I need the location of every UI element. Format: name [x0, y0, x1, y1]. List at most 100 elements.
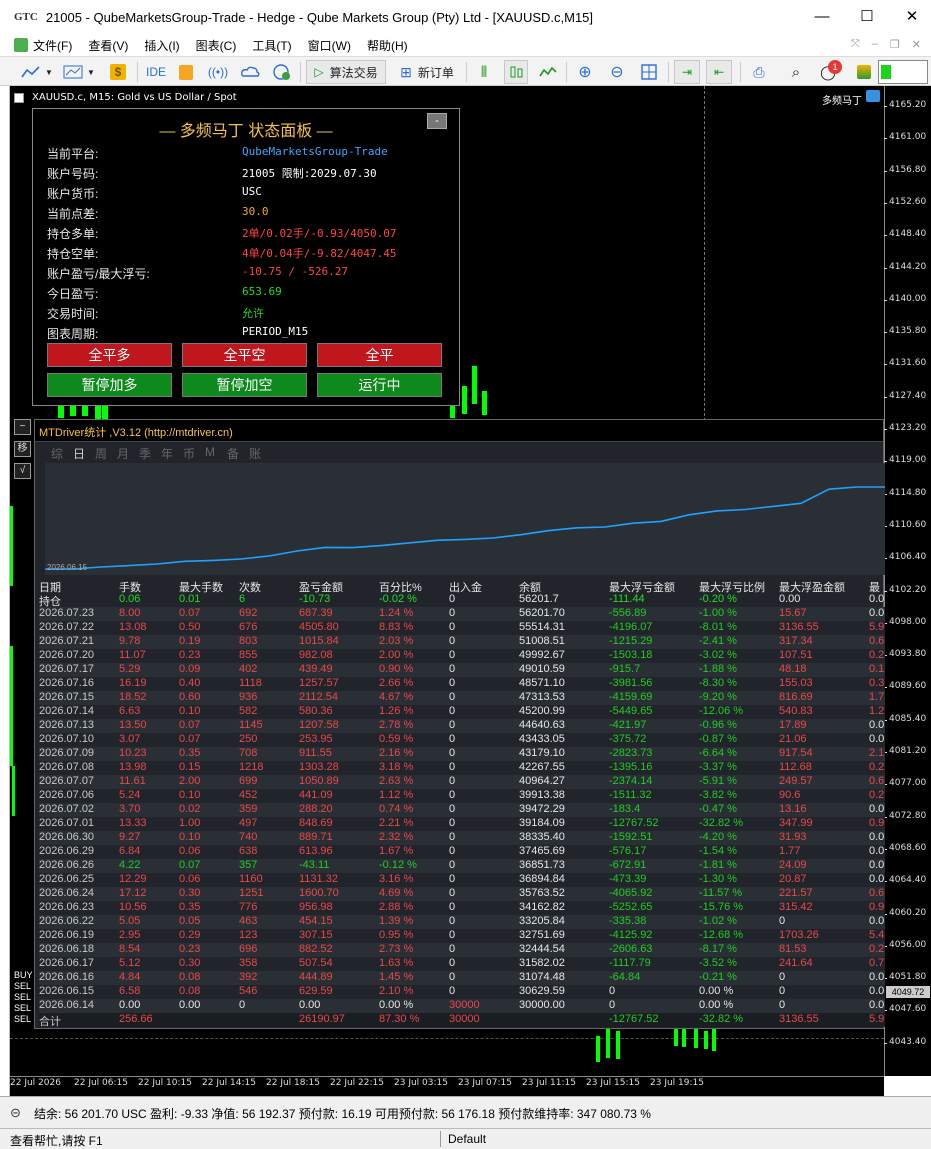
- table-cell: 2026.07.15: [39, 691, 95, 703]
- table-cell: -183.4: [609, 803, 641, 815]
- algo-trading-button[interactable]: ▷ 算法交易: [306, 60, 386, 84]
- panel-row-value: 21005 限制:2029.07.30: [242, 167, 377, 180]
- zoom-out-icon[interactable]: ⊖: [604, 60, 630, 84]
- grid-icon[interactable]: [636, 60, 662, 84]
- market-icon[interactable]: $: [106, 60, 130, 84]
- table-cell: 0: [449, 929, 456, 941]
- table-cell: 0.00: [299, 999, 321, 1011]
- candlestick-icon[interactable]: [504, 60, 528, 84]
- table-cell: 39184.09: [519, 817, 565, 829]
- period-separator: [704, 86, 705, 426]
- mdi-close-icon[interactable]: ✕: [912, 38, 921, 51]
- table-cell: 708: [239, 747, 258, 759]
- mdi-restore-icon[interactable]: ❐: [890, 38, 900, 51]
- panel-minimize-button[interactable]: -: [427, 113, 447, 129]
- autoscroll-icon[interactable]: ⇥: [674, 60, 700, 84]
- table-cell: 2026.06.19: [39, 929, 95, 941]
- table-cell: 1.24 %: [379, 607, 414, 619]
- table-cell: 0: [609, 999, 616, 1011]
- panel-row-label: 当前平台:: [47, 147, 99, 161]
- minimize-button[interactable]: —: [807, 6, 837, 28]
- panel-action-button[interactable]: 暂停加空: [182, 373, 307, 397]
- table-cell: 855: [239, 649, 258, 661]
- chart-menu-icon[interactable]: [14, 93, 24, 103]
- table-cell: 0.2: [869, 649, 885, 661]
- table-cell: 0.0: [869, 873, 885, 885]
- table-cell: -12.68 %: [699, 929, 744, 941]
- table-cell: 26190.97: [299, 1013, 345, 1025]
- new-order-button[interactable]: ⊞ 新订单: [392, 60, 462, 84]
- network-icon[interactable]: [270, 60, 294, 84]
- panel-action-button[interactable]: 全平多: [47, 343, 172, 367]
- price-tick-label: 4047.60: [883, 1004, 927, 1015]
- table-cell: 10.56: [119, 901, 147, 913]
- menu-window[interactable]: 窗口(W): [300, 34, 359, 56]
- signals-icon[interactable]: ((•)): [206, 60, 230, 84]
- pin-icon[interactable]: ⤧: [851, 38, 860, 51]
- table-cell: 0.50: [179, 621, 201, 633]
- table-cell: -12767.52: [609, 817, 659, 829]
- table-cell: 696: [239, 943, 258, 955]
- menu-help[interactable]: 帮助(H): [359, 34, 416, 56]
- chevron-down-icon[interactable]: ▼: [86, 60, 96, 84]
- panel-row-value: 4单/0.04手/-9.82/4047.45: [242, 247, 397, 260]
- mdi-minimize-icon[interactable]: –: [872, 38, 878, 51]
- notifications-icon[interactable]: ◯ 1: [814, 60, 842, 84]
- price-tick-label: 4140.00: [883, 293, 927, 304]
- equity-curve-svg: [45, 486, 885, 570]
- menu-file[interactable]: 文件(F): [0, 34, 80, 56]
- panel-action-button[interactable]: 全平: [317, 343, 442, 367]
- panel-action-button[interactable]: 全平空: [182, 343, 307, 367]
- table-cell: 43179.10: [519, 747, 565, 759]
- table-cell: -672.91: [609, 859, 647, 871]
- chart-type-icon[interactable]: [18, 60, 44, 84]
- menu-view[interactable]: 查看(V): [80, 34, 136, 56]
- table-cell: 37465.69: [519, 845, 565, 857]
- toolbox-close-icon[interactable]: ⊝: [10, 1105, 21, 1121]
- chart-shift-icon[interactable]: ⇤: [706, 60, 732, 84]
- table-row: 2026.06.15 6.58 0.08 546 629.59 2.10 % 0 30629.…: [39, 985, 885, 999]
- shop-icon[interactable]: [174, 60, 198, 84]
- table-cell: 0.00: [119, 999, 141, 1011]
- search-icon[interactable]: ⌕: [784, 60, 808, 84]
- zoom-in-icon[interactable]: ⊕: [572, 60, 598, 84]
- panel-action-button[interactable]: 暂停加多: [47, 373, 172, 397]
- collapse-button[interactable]: −: [14, 419, 31, 435]
- price-tick-label: 4127.40: [883, 390, 927, 401]
- table-cell: 0.0: [869, 607, 885, 619]
- table-cell: 0.0: [869, 803, 885, 815]
- indicators-icon[interactable]: [60, 60, 86, 84]
- menu-tools[interactable]: 工具(T): [244, 34, 299, 56]
- table-cell: 0.0: [869, 985, 885, 997]
- level-icon[interactable]: [852, 60, 876, 84]
- panel-row-label: 今日盈亏:: [47, 287, 99, 301]
- candle: [12, 766, 15, 816]
- table-cell: 0.29: [179, 929, 201, 941]
- screenshot-icon[interactable]: ⎙: [746, 60, 772, 84]
- line-chart-icon[interactable]: [536, 60, 560, 84]
- table-cell: 307.15: [299, 929, 333, 941]
- table-cell: -1503.18: [609, 649, 653, 661]
- chevron-down-icon[interactable]: ▼: [44, 60, 54, 84]
- table-cell: 2.95: [119, 929, 141, 941]
- check-button[interactable]: √: [14, 463, 31, 479]
- bar-chart-icon[interactable]: ⫴: [472, 60, 496, 84]
- table-cell: 2026.06.22: [39, 915, 95, 927]
- menu-bar: 文件(F) 查看(V) 插入(I) 图表(C) 工具(T) 窗口(W) 帮助(H…: [0, 34, 931, 56]
- ide-button[interactable]: IDE: [142, 60, 170, 84]
- price-tick-label: 4085.40: [883, 713, 927, 724]
- table-cell: 1600.70: [299, 887, 339, 899]
- table-cell: 0.07: [179, 719, 201, 731]
- table-cell: 0: [449, 719, 456, 731]
- menu-insert[interactable]: 插入(I): [136, 34, 187, 56]
- time-tick-label: 22 Jul 10:15: [138, 1078, 192, 1088]
- move-button[interactable]: 移: [14, 441, 31, 457]
- close-button[interactable]: ✕: [897, 6, 927, 28]
- menu-charts[interactable]: 图表(C): [188, 34, 245, 56]
- table-cell: 692: [239, 607, 258, 619]
- table-cell: 2026.06.16: [39, 971, 95, 983]
- panel-action-button[interactable]: 运行中: [317, 373, 442, 397]
- maximize-button[interactable]: ☐: [852, 6, 882, 28]
- table-cell: 2026.07.16: [39, 677, 95, 689]
- vps-icon[interactable]: [238, 60, 262, 84]
